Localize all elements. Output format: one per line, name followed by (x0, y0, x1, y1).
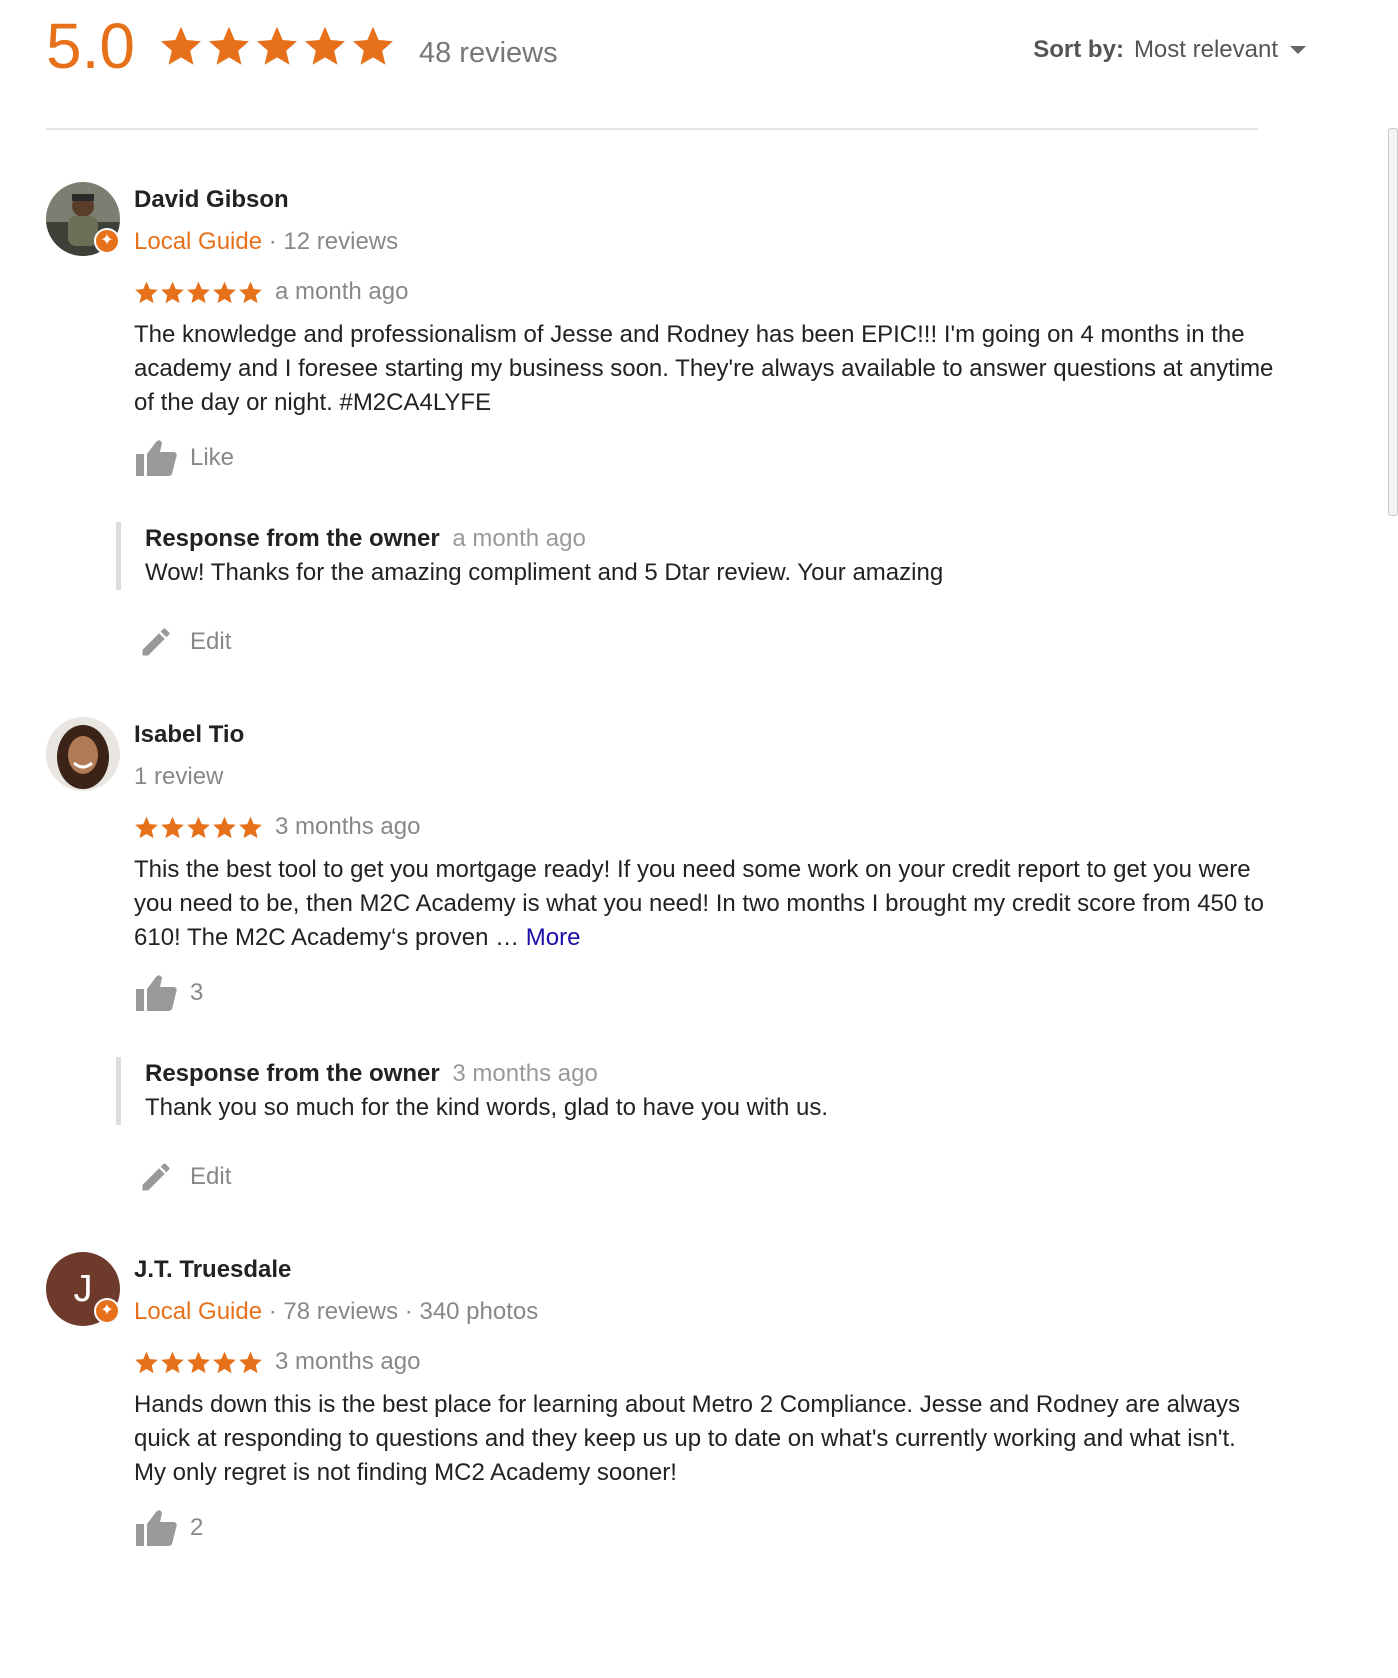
reviewer-name[interactable]: Isabel Tio (134, 721, 244, 749)
total-review-count: 48 reviews (418, 36, 558, 69)
star-icon (239, 1351, 262, 1373)
edit-label: Edit (190, 1163, 232, 1190)
like-button[interactable]: 3 (134, 973, 203, 1013)
edit-button[interactable]: Edit (138, 1159, 231, 1195)
like-button[interactable]: Like (134, 438, 234, 478)
thumbs-up-icon (136, 440, 177, 476)
owner-response-label: Response from the owner (145, 525, 440, 552)
owner-response-label: Response from the owner (145, 1060, 440, 1087)
review-rating: 3 months ago (134, 813, 420, 841)
review-text: Hands down this is the best place for le… (134, 1391, 1240, 1486)
local-guide-badge-icon: ✦ (94, 228, 120, 254)
review-rating: 3 months ago (134, 1348, 420, 1376)
like-count: 3 (190, 979, 204, 1006)
owner-response-text: Thank you so much for the kind words, gl… (145, 1094, 829, 1121)
reviews-panel: 5.0 48 reviews Sort by: Most relevant ✦ (0, 0, 1398, 1678)
rating-summary: 5.0 48 reviews (46, 14, 558, 78)
star-icon (304, 26, 345, 65)
thumbs-up-icon (136, 975, 177, 1011)
local-guide-label: Local Guide (134, 1298, 263, 1325)
reviewer-name[interactable]: David Gibson (134, 186, 289, 214)
reviewer-meta: 1 review (134, 763, 223, 791)
owner-response: Response from the owner a month ago Wow!… (116, 522, 1216, 590)
review-stars (134, 1350, 263, 1375)
edit-button[interactable]: Edit (138, 624, 231, 660)
reviewer-meta: Local Guide · 78 reviews · 340 photos (134, 1298, 538, 1326)
owner-response-header: Response from the owner a month ago (145, 522, 1216, 556)
local-guide-label: Local Guide (134, 228, 263, 255)
star-icon (187, 281, 210, 303)
star-icon (213, 1351, 236, 1373)
owner-response-text: Wow! Thanks for the amazing compliment a… (145, 559, 944, 586)
like-label: Like (190, 444, 235, 471)
review-item: J ✦ J.T. Truesdale Local Guide · 78 revi… (46, 1252, 1276, 1562)
reviewer-stats: · 78 reviews · 340 photos (268, 1298, 539, 1325)
average-rating: 5.0 (46, 10, 135, 82)
star-icon (135, 816, 158, 838)
average-stars (159, 24, 395, 68)
pencil-icon (142, 1163, 170, 1191)
pencil-icon (142, 628, 170, 656)
sort-dropdown[interactable]: Sort by: Most relevant (1033, 36, 1306, 64)
edit-label: Edit (190, 628, 232, 655)
review-stars (134, 280, 263, 305)
review-time: 3 months ago (275, 813, 421, 840)
star-icon (161, 281, 184, 303)
star-icon (161, 816, 184, 838)
local-guide-badge-icon: ✦ (94, 1298, 120, 1324)
owner-response-time: a month ago (452, 525, 586, 552)
review-text: This the best tool to get you mortgage r… (134, 853, 1274, 955)
reviewer-name[interactable]: J.T. Truesdale (134, 1256, 291, 1284)
like-button[interactable]: 2 (134, 1508, 203, 1548)
thumbs-up-icon (136, 1510, 177, 1546)
sort-label: Sort by: (1033, 36, 1124, 63)
star-icon (161, 1351, 184, 1373)
like-count: 2 (190, 1514, 204, 1541)
review-item: ✦ David Gibson Local Guide · 12 reviews … (46, 182, 1276, 672)
star-icon (213, 816, 236, 838)
review-item: Isabel Tio 1 review 3 months ago This th… (46, 717, 1276, 1207)
review-text: The knowledge and professionalism of Jes… (134, 321, 1274, 416)
star-icon (239, 281, 262, 303)
review-text-body: This the best tool to get you mortgage r… (134, 856, 1264, 951)
avatar[interactable] (46, 717, 120, 791)
more-link[interactable]: More (526, 924, 581, 951)
caret-down-icon[interactable] (1290, 46, 1306, 54)
review-time: a month ago (275, 278, 409, 305)
review-stars (134, 815, 263, 840)
star-icon (208, 26, 249, 65)
owner-response-header: Response from the owner 3 months ago (145, 1057, 1216, 1091)
star-icon (256, 26, 297, 65)
scrollbar[interactable] (1388, 128, 1398, 516)
divider (46, 128, 1258, 130)
star-icon (239, 816, 262, 838)
reviewer-stats: 1 review (134, 763, 224, 790)
review-time: 3 months ago (275, 1348, 421, 1375)
star-icon (187, 1351, 210, 1373)
reviewer-stats: · 12 reviews (268, 228, 399, 255)
star-icon (135, 1351, 158, 1373)
star-icon (160, 26, 201, 65)
star-icon (187, 816, 210, 838)
owner-response: Response from the owner 3 months ago Tha… (116, 1057, 1216, 1125)
sort-value[interactable]: Most relevant (1134, 36, 1278, 64)
avatar-letter: J (73, 1267, 93, 1310)
review-rating: a month ago (134, 278, 408, 306)
reviewer-meta: Local Guide · 12 reviews (134, 228, 398, 256)
owner-response-time: 3 months ago (452, 1060, 598, 1087)
star-icon (135, 281, 158, 303)
star-icon (213, 281, 236, 303)
star-icon (352, 26, 393, 65)
